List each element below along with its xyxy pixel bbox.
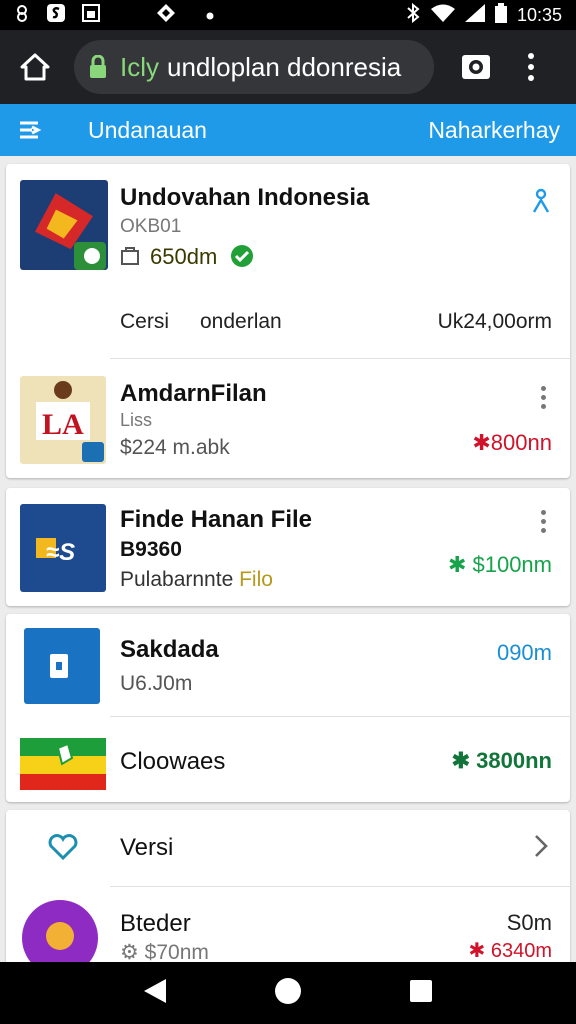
dot-icon [206,5,214,25]
heart-icon [48,834,78,865]
menu-button[interactable] [16,115,46,145]
battery-icon [494,2,507,28]
list-item-line2: U6.J0m [120,672,193,695]
list-item-price: ✱ $100nm [447,552,552,577]
list-card[interactable]: Sakdada 090m U6.J0m Cloowaes ✱ 3800nn [6,614,570,802]
lock-icon [86,55,110,79]
app-title: Undanauan [88,116,207,143]
divider [110,716,570,717]
featured-title: Undovahan Indonesia [120,184,370,211]
back-icon [144,978,167,1003]
home-button[interactable] [12,44,58,90]
list-item-title: Sakdada [120,636,219,663]
home-nav-button[interactable] [273,976,303,1011]
featured-footer-mid: onderlan [200,310,282,333]
wifi-icon [430,4,455,27]
lock-box-icon [120,246,140,271]
settings-icon [14,4,30,26]
menu-dot [528,64,534,70]
divider [110,886,570,887]
list-item-line3: Pulabarnnte Filo [120,568,273,591]
featured-thumbnail [20,180,108,270]
list-item-title: Finde Hanan File [120,506,313,533]
menu-dot [528,53,534,59]
list-item-line2: B9360 [120,538,182,561]
featured-card[interactable]: Undovahan Indonesia OKB01 650dm Cersi on… [6,164,570,478]
featured-price: 650dm [150,244,218,269]
hamburger-icon [20,121,42,139]
list-item-title: Bteder [120,910,191,937]
app-header: Undanauan Naharkerhay [0,104,576,156]
clock: 10:35 [516,4,562,25]
chevron-right-icon[interactable] [534,834,548,863]
item-thumbnail: LA [20,376,106,464]
svg-text:LA: LA [42,408,84,441]
tab-switcher-button[interactable] [456,47,496,87]
browser-toolbar: Icly undloplan ddonresia [0,30,576,104]
flag-thumbnail [20,738,106,790]
menu-dot [528,75,534,81]
url-scheme: Icly [120,51,159,82]
url-host: undloplan ddonresia [167,51,402,82]
list-item-price: ✱800nn [472,430,552,455]
bluetooth-icon [405,2,421,28]
featured-footer-right: Uk24,00orm [437,310,552,333]
list-item-title: Versi [120,834,174,861]
item-thumbnail [24,628,100,704]
more-options-button[interactable] [536,386,550,409]
list-item-price: S0m [506,910,552,935]
header-action[interactable]: Naharkerhay [428,117,560,144]
item-thumbnail: ≈S [20,504,106,592]
list-item-price: ✱ 3800nn [451,748,552,773]
system-nav-bar [0,962,576,1024]
divider [110,358,570,359]
home-icon [20,53,50,81]
s-app-icon [46,3,66,28]
more-options-button[interactable] [536,510,550,533]
list-item-line2: Liss [120,410,153,430]
list-item-title: AmdarnFilan [120,380,267,407]
camera-icon [462,55,490,79]
verified-icon [230,244,254,273]
image-icon [82,3,100,27]
list-item-title: Cloowaes [120,748,226,775]
recents-icon [409,979,432,1002]
diamond-icon [156,3,176,28]
recents-button[interactable] [408,978,434,1009]
address-bar[interactable]: Icly undloplan ddonresia [74,40,434,94]
item-thumbnail [22,900,98,970]
featured-footer-left: Cersi [120,310,170,333]
user-icon[interactable] [530,188,552,219]
overflow-menu-button[interactable] [518,47,544,87]
svg-text:≈S: ≈S [46,539,75,566]
list-item-price-secondary: ✱ 6340m [468,940,552,962]
home-circle-icon [274,977,301,1004]
list-item-line3: $224 m.abk [120,436,230,459]
list-card[interactable]: ≈S Finde Hanan File B9360 Pulabarnnte Fi… [6,488,570,606]
back-button[interactable] [142,977,168,1010]
status-bar: 10:35 [0,0,576,30]
list-card[interactable]: Versi Bteder S0m ⚙ $70nm ✱ 6340m [6,810,570,970]
signal-icon [464,3,485,27]
list-item-price: 090m [496,640,552,665]
accent-text: Filo [239,568,273,591]
featured-subtitle: OKB01 [120,216,182,237]
